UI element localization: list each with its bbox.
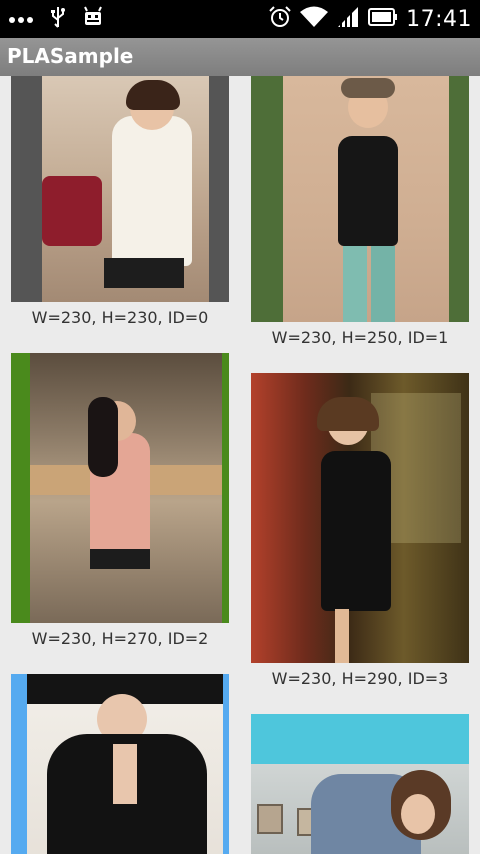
item-caption: W=230, H=290, ID=3 — [271, 669, 449, 688]
item-frame — [11, 76, 229, 302]
more-dots-icon — [8, 10, 34, 29]
item-caption: W=230, H=230, ID=0 — [31, 308, 209, 327]
staggered-grid[interactable]: W=230, H=230, ID=0 W=230, H=250, ID=1 W=… — [0, 76, 480, 854]
status-clock: 17:41 — [406, 6, 472, 32]
status-bar: 17:41 — [0, 0, 480, 38]
android-debug-icon — [82, 6, 104, 32]
item-photo — [251, 764, 469, 854]
item-photo — [42, 76, 209, 302]
item-frame — [251, 373, 469, 663]
item-photo — [30, 353, 222, 623]
grid-item-3[interactable]: W=230, H=290, ID=3 — [251, 373, 469, 693]
item-photo — [283, 76, 449, 322]
battery-icon — [368, 8, 398, 30]
item-caption: W=230, H=250, ID=1 — [271, 328, 449, 347]
action-bar: PLASample — [0, 38, 480, 76]
grid-item-4[interactable] — [11, 674, 229, 854]
signal-icon — [336, 6, 360, 32]
item-frame — [251, 76, 469, 322]
item-frame — [11, 353, 229, 623]
wifi-icon — [300, 6, 329, 32]
item-photo — [27, 674, 223, 854]
grid-item-1[interactable]: W=230, H=250, ID=1 — [251, 76, 469, 356]
item-frame — [11, 674, 229, 854]
item-caption: W=230, H=270, ID=2 — [31, 629, 209, 648]
item-frame — [251, 714, 469, 854]
grid-item-0[interactable]: W=230, H=230, ID=0 — [11, 76, 229, 336]
usb-icon — [50, 6, 66, 32]
app-title: PLASample — [7, 44, 134, 68]
grid-item-2[interactable]: W=230, H=270, ID=2 — [11, 353, 229, 653]
alarm-icon — [268, 5, 292, 33]
grid-item-5[interactable] — [251, 714, 469, 854]
item-photo — [251, 373, 469, 663]
